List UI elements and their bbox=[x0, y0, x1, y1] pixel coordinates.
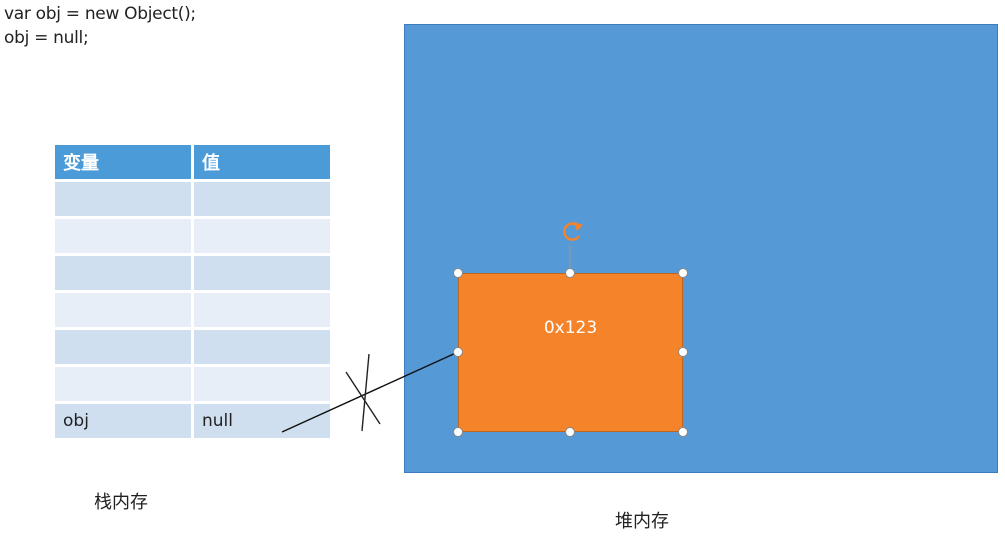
resize-handle-icon bbox=[565, 427, 575, 437]
resize-handle-icon bbox=[678, 268, 688, 278]
rotate-handle-icon bbox=[563, 222, 583, 241]
resize-handle-icon bbox=[453, 347, 463, 357]
cross-mark-icon bbox=[345, 353, 381, 432]
resize-handle-icon bbox=[678, 347, 688, 357]
resize-handle-icon bbox=[453, 427, 463, 437]
resize-handle-icon bbox=[565, 268, 575, 278]
resize-handle-icon bbox=[678, 427, 688, 437]
resize-handle-icon bbox=[453, 268, 463, 278]
reference-arrow-line bbox=[281, 351, 459, 433]
reference-overlay bbox=[281, 222, 688, 437]
